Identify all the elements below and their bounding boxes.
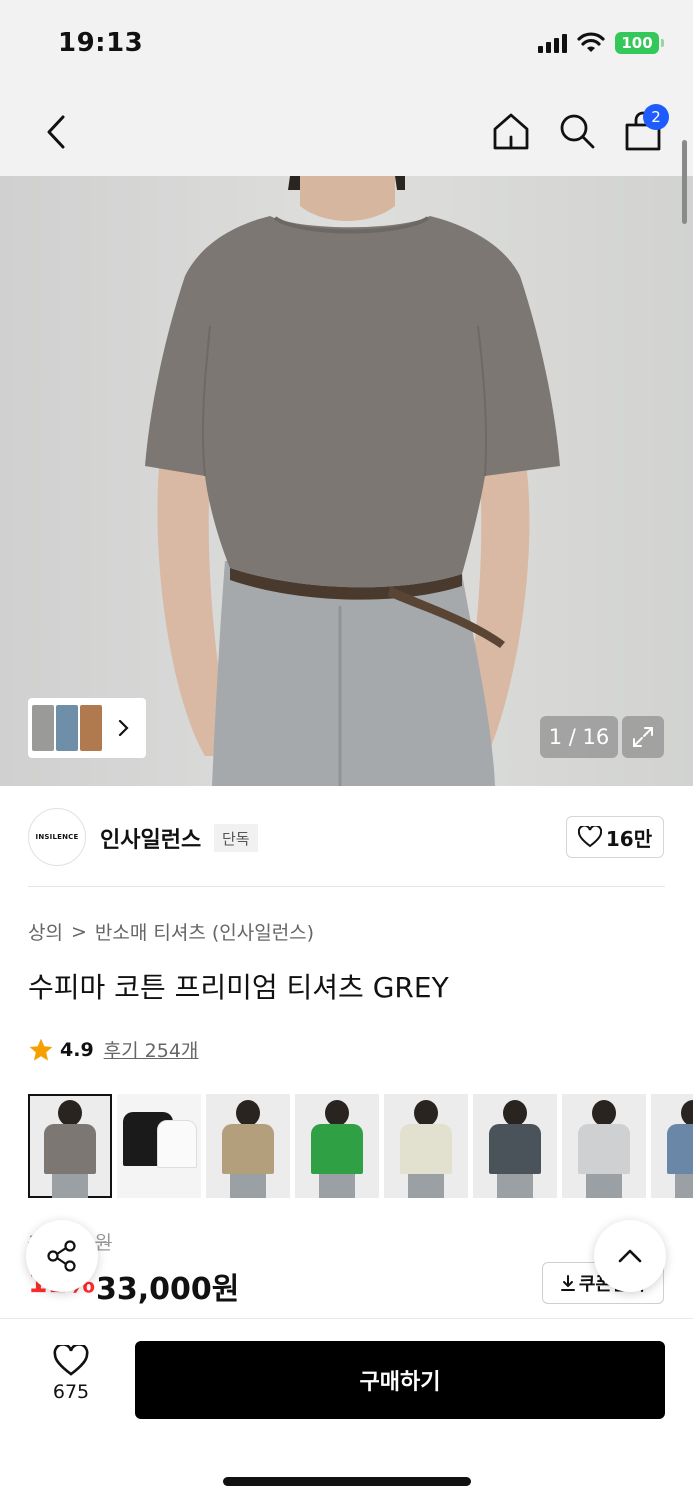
battery-icon: 100 <box>615 32 664 54</box>
divider <box>28 886 665 887</box>
breadcrumb-subcategory[interactable]: 반소매 티셔츠 (인사일런스) <box>95 918 314 945</box>
color-swatch[interactable] <box>295 1094 379 1198</box>
color-swatches <box>28 1094 693 1198</box>
product-image-carousel[interactable]: 1 / 16 <box>0 176 693 786</box>
brand-logo[interactable]: INSILENCE <box>28 808 86 866</box>
status-time: 19:13 <box>58 28 144 58</box>
heart-icon <box>577 826 602 848</box>
color-swatch[interactable] <box>206 1094 290 1198</box>
back-button[interactable] <box>34 110 78 154</box>
thumbnail <box>32 705 54 751</box>
breadcrumb-separator: > <box>70 920 87 943</box>
share-button[interactable] <box>26 1220 98 1292</box>
current-price: 33,000원 <box>96 1272 240 1307</box>
wishlist-count: 675 <box>52 1381 90 1403</box>
chevron-left-icon <box>47 115 65 149</box>
brand-row: INSILENCE 인사일런스 단독 16만 <box>0 786 693 886</box>
bottom-action-bar: 675 구매하기 <box>0 1318 693 1500</box>
signal-icon <box>538 33 567 53</box>
fullscreen-button[interactable] <box>622 716 664 758</box>
cart-count-badge: 2 <box>643 104 669 130</box>
color-swatch[interactable] <box>651 1094 693 1198</box>
color-swatch[interactable] <box>384 1094 468 1198</box>
nav-actions: 2 <box>489 104 669 154</box>
search-button[interactable] <box>555 108 599 154</box>
image-counter: 1 / 16 <box>540 716 618 758</box>
thumbnail <box>80 705 102 751</box>
product-title: 수피마 코튼 프리미엄 티셔츠 GREY <box>28 971 449 1004</box>
brand-like-button[interactable]: 16만 <box>566 816 664 858</box>
search-icon <box>560 114 595 149</box>
home-icon <box>493 113 529 150</box>
heart-icon <box>53 1345 89 1376</box>
status-bar: 19:13 100 <box>0 0 693 88</box>
chevron-right-icon <box>118 719 129 737</box>
expand-icon <box>633 727 653 747</box>
buy-button[interactable]: 구매하기 <box>135 1341 665 1419</box>
product-photo <box>145 176 560 786</box>
status-icons: 100 <box>538 32 664 54</box>
rating: 4.9 후기 254개 <box>28 1036 198 1063</box>
share-icon <box>47 1240 76 1272</box>
download-icon <box>560 1275 575 1291</box>
color-swatch[interactable] <box>117 1094 201 1198</box>
thumbnail-strip[interactable] <box>28 698 146 758</box>
star-icon <box>29 1038 53 1061</box>
color-swatch[interactable] <box>28 1094 112 1198</box>
brand-like-count: 16만 <box>605 826 653 851</box>
nav-bar: 2 <box>0 88 693 176</box>
scroll-to-top-button[interactable] <box>594 1220 666 1292</box>
thumbnail <box>56 705 78 751</box>
scroll-indicator[interactable] <box>682 140 687 224</box>
cart-button[interactable]: 2 <box>621 104 669 154</box>
color-swatch[interactable] <box>562 1094 646 1198</box>
reviews-link[interactable]: 후기 254개 <box>104 1036 199 1063</box>
breadcrumb-category[interactable]: 상의 <box>28 918 63 945</box>
wishlist-button[interactable]: 675 <box>40 1345 102 1403</box>
rating-score: 4.9 <box>60 1038 94 1061</box>
color-swatch[interactable] <box>473 1094 557 1198</box>
wifi-icon <box>577 32 605 52</box>
breadcrumb: 상의 > 반소매 티셔츠 (인사일런스) <box>28 918 314 945</box>
home-button[interactable] <box>489 108 533 154</box>
exclusive-tag: 단독 <box>214 824 258 852</box>
chevron-up-icon <box>618 1249 642 1263</box>
brand-name[interactable]: 인사일런스 <box>100 822 201 854</box>
home-indicator <box>223 1477 471 1486</box>
